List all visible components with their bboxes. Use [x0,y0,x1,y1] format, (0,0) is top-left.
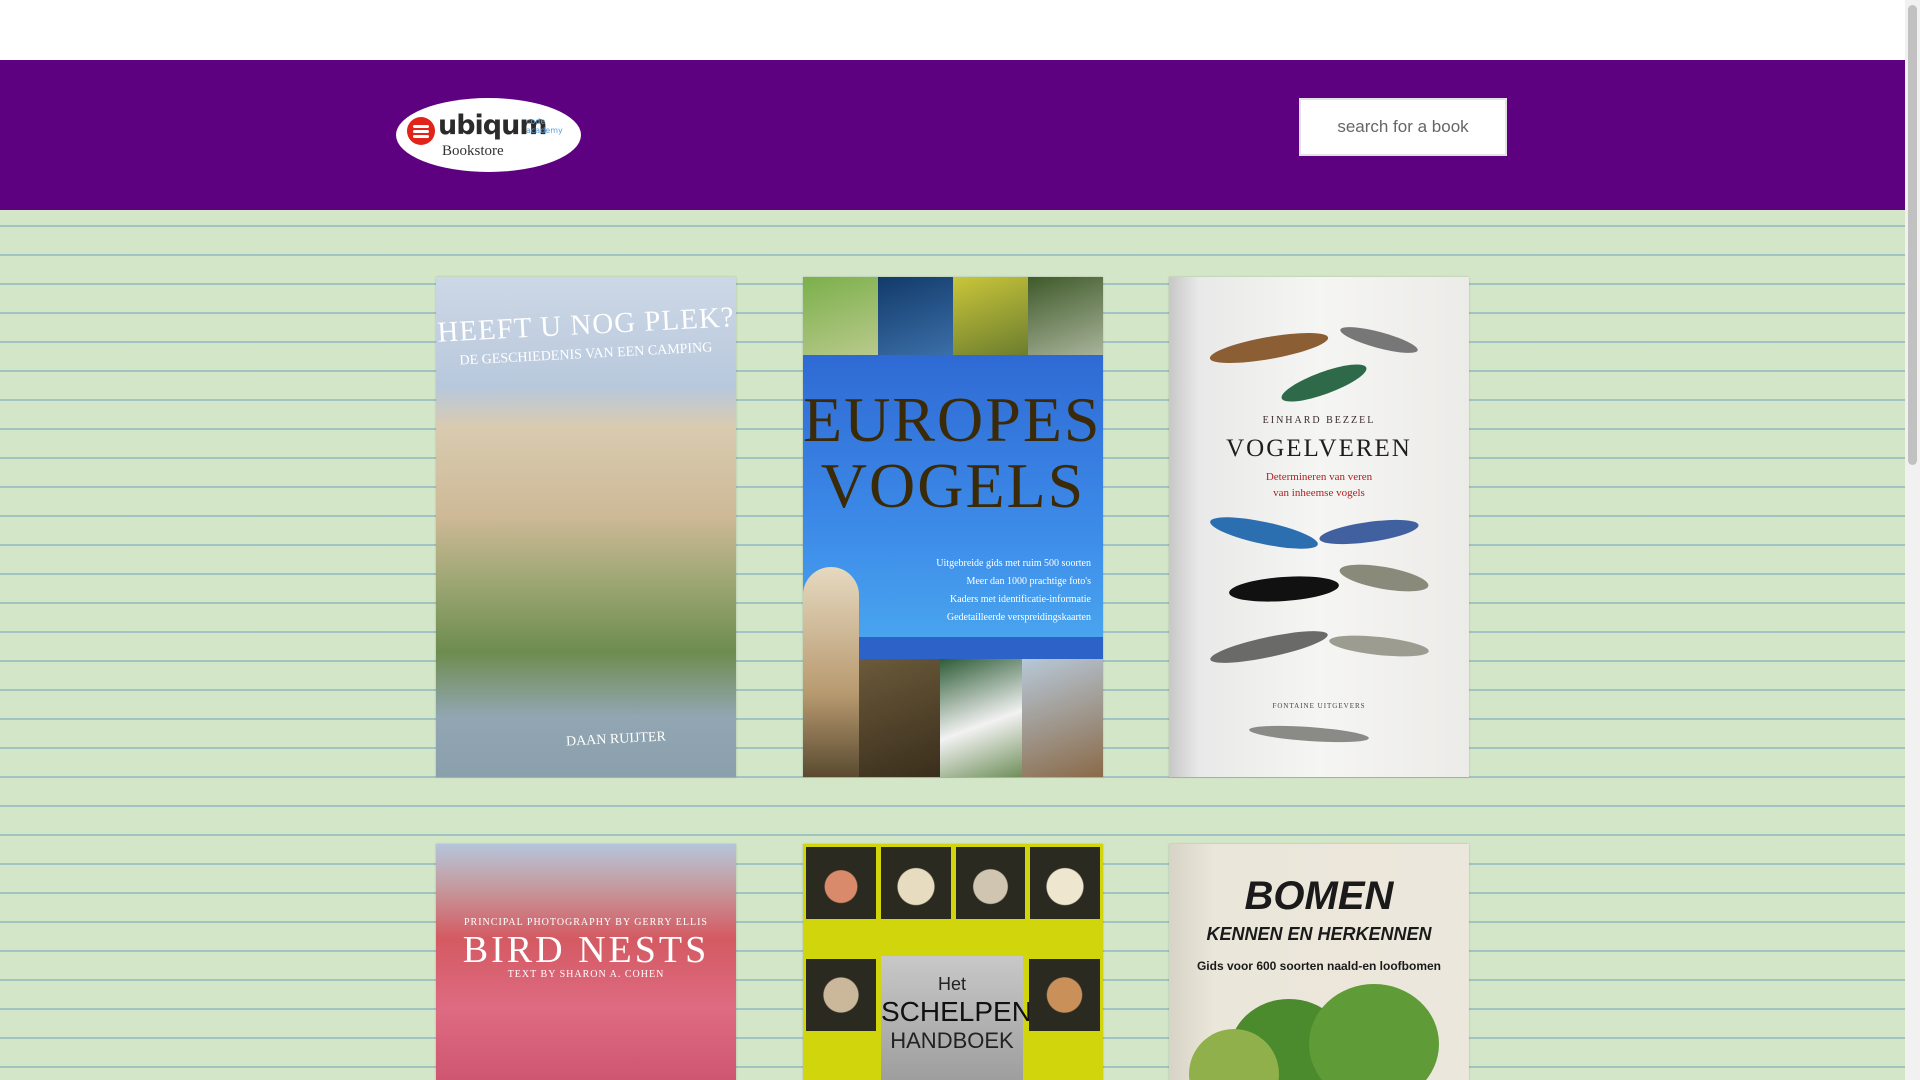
tree-illustration [1189,979,1449,1080]
owl-photo [803,567,859,777]
ubiqum-logo-icon [407,117,435,145]
book-title: BIRD NESTS [462,929,710,971]
bird-photo-row [859,659,1103,777]
bird-photo-strip [803,277,1103,355]
book-subtitle: Determineren van veren van inheemse voge… [1265,471,1373,499]
title-panel: Het SCHELPEN HANDBOEK [881,956,1032,1080]
book-card-bomen[interactable]: BOMEN KENNEN EN HERKENNEN Gids voor 600 … [1169,844,1469,1080]
ubiqum-logo[interactable]: ubiqum code academy Bookstore [396,98,581,172]
book-credit: PRINCIPAL PHOTOGRAPHY BY GERRY ELLIS [464,917,708,928]
site-header [0,60,1905,210]
book-title: BOMEN [1244,874,1394,918]
book-features: Uitgebreide gids met ruim 500 soorten Me… [936,558,1091,623]
book-card-europese-vogels[interactable]: EUROPESEVOGELS Uitgebreide gids met ruim… [803,277,1103,777]
browser-top-bar [0,0,1905,60]
book-card-heeft-u-nog-plek[interactable]: HEEFT U NOG PLEK? DE GESCHIEDENIS VAN EE… [436,277,736,777]
book-tagline: Gids voor 600 soorten naald-en loofbomen [1196,959,1442,973]
book-card-bird-nests[interactable]: PRINCIPAL PHOTOGRAPHY BY GERRY ELLIS BIR… [436,844,736,1080]
book-author: DAAN RUIJTER [565,729,667,750]
search-input[interactable] [1299,98,1507,156]
book-author: EINHARD BEZZEL [1262,415,1376,426]
book-subtitle: KENNEN EN HERKENNEN [1206,924,1432,944]
book-title: EUROPESEVOGELS [803,384,1103,521]
page-scrollbar[interactable] [1905,0,1920,1080]
book-title: VOGELVEREN [1226,435,1412,462]
book-publisher: FONTAINE UITGEVERS [1272,702,1366,710]
book-card-vogelveren[interactable]: EINHARD BEZZEL VOGELVEREN Determineren v… [1169,277,1469,777]
book-card-schelpen-handboek[interactable]: Het SCHELPEN HANDBOEK [803,844,1103,1080]
logo-tagline: code academy [526,117,563,135]
book-text-by: TEXT BY SHARON A. COHEN [507,969,665,980]
scrollbar-thumb[interactable] [1908,5,1917,465]
shell-photo-grid [806,847,1100,919]
logo-subtitle: Bookstore [442,143,504,159]
